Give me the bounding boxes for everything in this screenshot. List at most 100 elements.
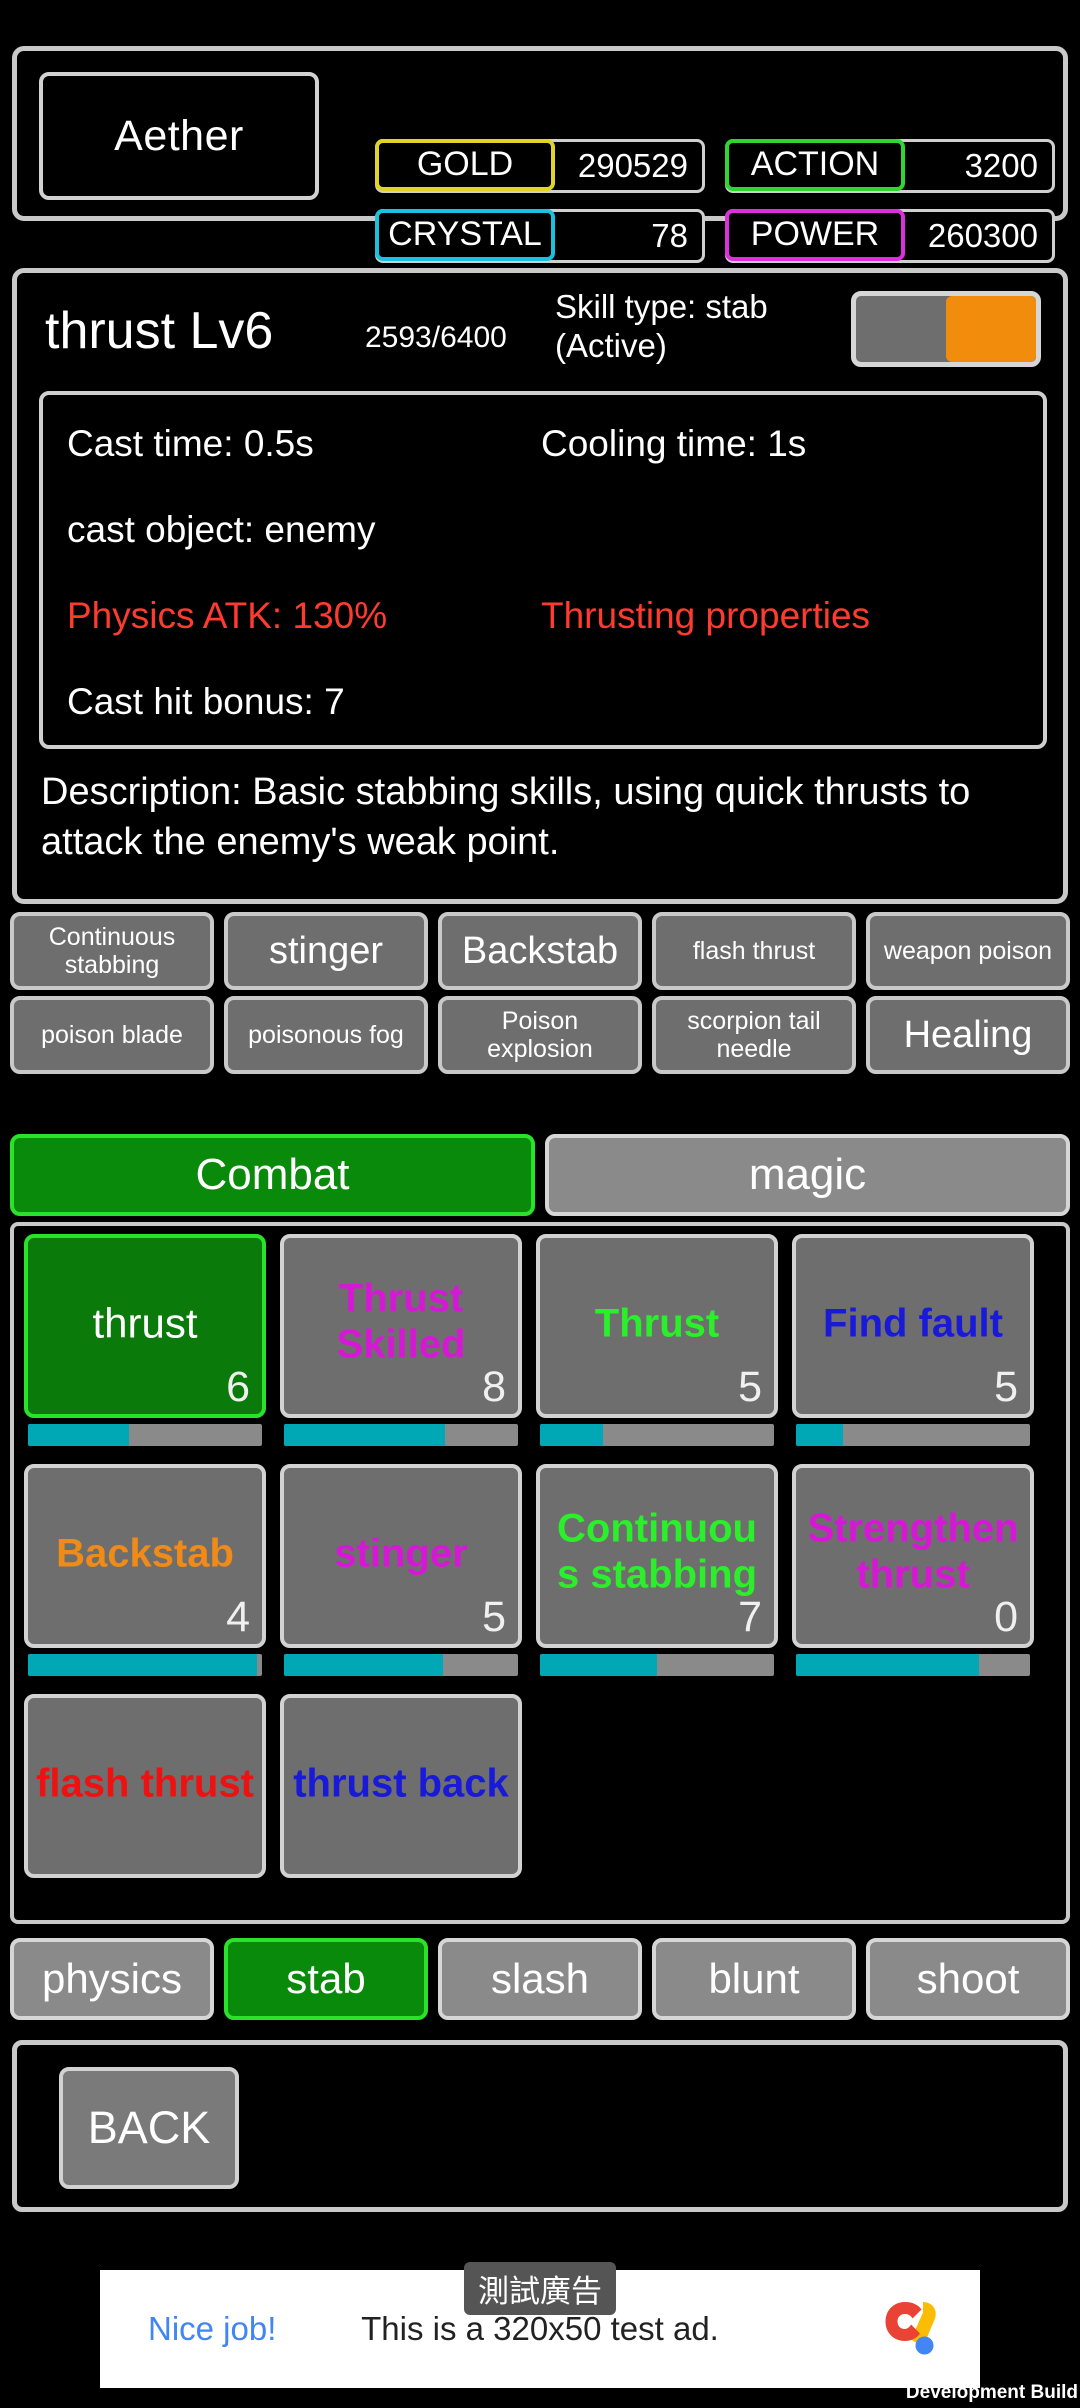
stat-action-value: 3200 (964, 147, 1038, 184)
ad-cta-text: Nice job! (148, 2310, 277, 2347)
ad-test-badge: 測試廣告 (464, 2262, 616, 2315)
related-skill-chip-r1-2[interactable]: Backstab (438, 912, 642, 990)
stat-cooling-time: Cooling time: 1s (541, 423, 807, 464)
skill-card-level: 8 (482, 1363, 506, 1411)
stat-action: ACTION 3200 (725, 138, 1055, 193)
skill-card[interactable]: Thrust Skilled 8 (280, 1234, 522, 1450)
stat-gold: GOLD 290529 (375, 138, 705, 193)
stat-crystal-value: 78 (651, 217, 688, 254)
skill-card-body: Backstab 4 (24, 1464, 266, 1648)
related-skill-chip-r2-2[interactable]: Poison explosion (438, 996, 642, 1074)
development-build-label: Development Build (905, 2382, 1078, 2403)
skill-card[interactable]: thrust 6 (24, 1234, 266, 1450)
related-skill-chip-r1-0[interactable]: Continuous stabbing (10, 912, 214, 990)
skill-card-progress (540, 1654, 774, 1676)
skill-card[interactable]: flash thrust (24, 1694, 266, 1910)
skill-card[interactable]: stinger 5 (280, 1464, 522, 1680)
skill-card-body: Thrust 5 (536, 1234, 778, 1418)
related-skill-chip-r2-1[interactable]: poisonous fog (224, 996, 428, 1074)
skill-card[interactable]: Backstab 4 (24, 1464, 266, 1680)
skill-card-label: Backstab (56, 1531, 234, 1576)
stat-properties: Thrusting properties (541, 595, 871, 636)
skill-card-progress (284, 1424, 518, 1446)
skill-card-level: 0 (994, 1593, 1018, 1641)
filter-physics[interactable]: physics (10, 1938, 214, 2020)
skill-card-body: Strengthen thrust 0 (792, 1464, 1034, 1648)
damage-type-filters: physics stab slash blunt shoot (10, 1938, 1070, 2020)
skill-card[interactable]: Find fault 5 (792, 1234, 1034, 1450)
skill-card-label: Thrust (594, 1301, 720, 1346)
player-name-plate: Aether (39, 72, 319, 200)
stat-cast-time: Cast time: 0.5s (67, 423, 314, 464)
admob-icon (885, 2302, 936, 2355)
skill-card-body: Continuous stabbing 7 (536, 1464, 778, 1648)
skill-card-progress (796, 1424, 1030, 1446)
filter-stab[interactable]: stab (224, 1938, 428, 2020)
filter-shoot[interactable]: shoot (866, 1938, 1070, 2020)
skill-card-body: thrust 6 (24, 1234, 266, 1418)
skill-card-level: 4 (226, 1593, 250, 1641)
skill-card[interactable]: Continuous stabbing 7 (536, 1464, 778, 1680)
skill-card-level: 5 (994, 1363, 1018, 1411)
related-skill-chip-r1-4[interactable]: weapon poison (866, 912, 1070, 990)
player-name: Aether (114, 111, 244, 160)
tab-combat[interactable]: Combat (10, 1134, 535, 1216)
game-screen: Aether GOLD 290529 ACTION 3200 CRYSTAL 7… (0, 0, 1080, 2408)
skill-card-label: thrust back (293, 1761, 509, 1806)
skill-card-body: flash thrust (24, 1694, 266, 1878)
skill-card[interactable]: thrust back (280, 1694, 522, 1910)
skill-card-label: Thrust Skilled (336, 1276, 466, 1367)
filter-blunt[interactable]: blunt (652, 1938, 856, 2020)
skill-exp: 2593/6400 (365, 321, 507, 354)
skill-name: thrust Lv6 (45, 302, 274, 360)
filter-slash[interactable]: slash (438, 1938, 642, 2020)
skill-card-body: Find fault 5 (792, 1234, 1034, 1418)
stat-action-label: ACTION (725, 138, 905, 191)
stat-gold-label: GOLD (375, 138, 555, 191)
related-skill-chip-r2-3[interactable]: scorpion tail needle (652, 996, 856, 1074)
skill-card-label: Continuous stabbing (556, 1506, 758, 1597)
stat-gold-value: 290529 (577, 147, 688, 184)
skill-description: Description: Basic stabbing skills, usin… (41, 771, 971, 863)
skill-type: Skill type: stab (Active) (555, 288, 768, 364)
skill-card-label: Strengthen thrust (807, 1506, 1019, 1597)
related-skill-chip-r1-3[interactable]: flash thrust (652, 912, 856, 990)
skill-card-progress (28, 1654, 262, 1676)
stat-crystal-label: CRYSTAL (375, 208, 555, 261)
status-panel: Aether GOLD 290529 ACTION 3200 CRYSTAL 7… (12, 46, 1068, 263)
stat-power-value: 260300 (927, 217, 1038, 254)
skill-card-progress (284, 1654, 518, 1676)
skill-card-level: 7 (738, 1593, 762, 1641)
skill-card[interactable]: Thrust 5 (536, 1234, 778, 1450)
category-tabs: Combat magic (10, 1134, 1070, 1216)
stat-power: POWER 260300 (725, 208, 1055, 263)
back-button[interactable]: BACK (59, 2067, 239, 2189)
skill-card-label: stinger (334, 1531, 468, 1576)
stat-cast-object: cast object: enemy (67, 509, 376, 550)
related-skill-chip-r1-1[interactable]: stinger (224, 912, 428, 990)
skill-card-label: Find fault (823, 1301, 1003, 1346)
tab-magic[interactable]: magic (545, 1134, 1070, 1216)
skill-card-body: thrust back (280, 1694, 522, 1878)
skill-card-level: 6 (226, 1363, 250, 1411)
skill-card-level: 5 (738, 1363, 762, 1411)
skill-active-toggle[interactable] (851, 291, 1041, 367)
skill-grid-scroll[interactable]: thrust 6 Thrust Skilled 8 Thrust 5 Find fault 5… (10, 1222, 1070, 1924)
stat-crystal: CRYSTAL 78 (375, 208, 705, 263)
stat-physics-atk: Physics ATK: 130% (67, 595, 388, 636)
skill-grid: thrust 6 Thrust Skilled 8 Thrust 5 Find fault 5… (24, 1234, 1064, 1910)
skill-card-label: thrust (92, 1299, 198, 1347)
related-skill-row-2: poison blade poisonous fog Poison explosio… (10, 996, 1070, 1074)
skill-card[interactable]: Strengthen thrust 0 (792, 1464, 1034, 1680)
skill-detail-header: thrust Lv6 2593/6400 Skill type: stab (A… (17, 273, 1063, 383)
related-skill-row-1: Continuous stabbing stinger Backstab flash … (10, 912, 1070, 990)
skill-card-progress (28, 1424, 262, 1446)
related-skill-chip-r2-0[interactable]: poison blade (10, 996, 214, 1074)
skill-stats-box: Cast time: 0.5s Cooling time: 1s cast ob… (39, 391, 1047, 749)
related-skill-chip-r2-4[interactable]: Healing (866, 996, 1070, 1074)
skill-card-progress (540, 1424, 774, 1446)
ad-banner[interactable]: Nice job! This is a 320x50 test ad. 測試廣告 (100, 2262, 980, 2388)
skill-detail-panel: thrust Lv6 2593/6400 Skill type: stab (A… (12, 268, 1068, 904)
stat-cast-hit-bonus: Cast hit bonus: 7 (67, 681, 345, 722)
stat-power-label: POWER (725, 208, 905, 261)
